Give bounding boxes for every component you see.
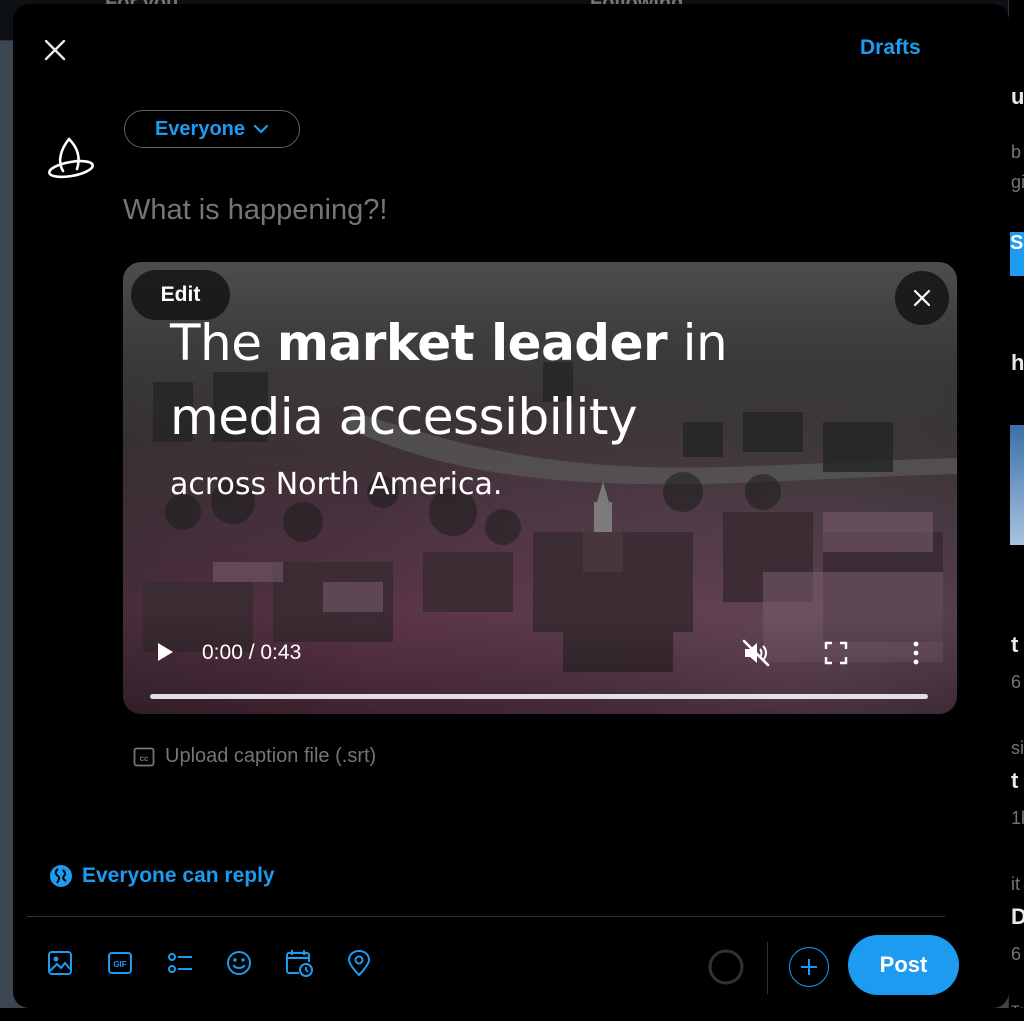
video-progress-bar[interactable] xyxy=(150,694,928,699)
toolbar-separator xyxy=(767,942,768,994)
svg-text:cc: cc xyxy=(140,754,149,763)
mute-icon[interactable] xyxy=(741,638,771,668)
remove-media-button[interactable] xyxy=(895,271,949,325)
background-fragment: b xyxy=(1011,142,1022,162)
background-image xyxy=(1010,425,1024,545)
video-time: 0:00 / 0:43 xyxy=(202,641,302,664)
background-fragment: 1k xyxy=(1011,808,1024,828)
gif-icon: GIF xyxy=(108,952,132,974)
reply-setting-label: Everyone can reply xyxy=(82,864,275,887)
post-text-input[interactable]: What is happening?! xyxy=(123,194,823,227)
play-icon[interactable] xyxy=(153,640,177,664)
audience-selector[interactable]: Everyone xyxy=(124,110,300,148)
audience-label: Everyone xyxy=(154,117,246,140)
background-follow-button: S xyxy=(1010,232,1024,276)
background-fragment: D xyxy=(1011,904,1024,929)
compose-modal: Drafts Everyone What is happening?! The … xyxy=(13,4,1009,1008)
close-icon xyxy=(44,39,66,61)
background-fragment: it xyxy=(1011,874,1020,894)
chevron-down-icon xyxy=(253,124,269,134)
media-button[interactable] xyxy=(45,948,75,978)
emoji-icon xyxy=(227,951,251,975)
add-post-button[interactable] xyxy=(789,947,829,987)
background-fragment: t xyxy=(1011,632,1019,657)
schedule-button[interactable] xyxy=(284,948,314,978)
location-button[interactable] xyxy=(344,948,374,978)
headline-part: in xyxy=(667,314,728,372)
close-icon xyxy=(913,289,931,307)
image-icon xyxy=(48,951,72,975)
background-fragment: si xyxy=(1011,738,1024,758)
reply-setting-button[interactable]: Everyone can reply xyxy=(49,864,275,888)
poll-button[interactable] xyxy=(165,948,195,978)
upload-caption-label: Upload caption file (.srt) xyxy=(165,745,377,767)
video-headline-line2: media accessibility xyxy=(170,388,638,446)
poll-icon xyxy=(168,953,192,973)
globe-icon xyxy=(50,865,72,887)
caption-icon: cc xyxy=(133,747,155,766)
video-attachment[interactable]: The market leader in media accessibility… xyxy=(123,262,957,714)
schedule-icon xyxy=(286,950,313,977)
background-fragment: u xyxy=(1011,84,1024,109)
plus-icon xyxy=(801,959,817,975)
edit-media-button[interactable]: Edit xyxy=(131,270,230,320)
headline-part: The xyxy=(170,314,277,372)
emoji-button[interactable] xyxy=(224,948,254,978)
background-fragment: gi xyxy=(1011,172,1024,192)
svg-text:GIF: GIF xyxy=(113,960,126,969)
background-fragment: t xyxy=(1011,768,1019,793)
divider xyxy=(27,916,945,917)
background-fragment: 6 xyxy=(1011,672,1022,692)
background-bottom xyxy=(0,1008,1024,1021)
background-fragment: 6 xyxy=(1011,944,1022,964)
background-fragment: h xyxy=(1011,350,1024,375)
video-subheadline: across North America. xyxy=(170,467,503,502)
post-button[interactable]: Post xyxy=(848,935,959,995)
close-button[interactable] xyxy=(37,32,73,68)
more-icon[interactable] xyxy=(906,640,926,666)
headline-emphasis: market leader xyxy=(276,314,668,372)
fullscreen-icon[interactable] xyxy=(823,640,849,666)
location-icon xyxy=(347,949,371,977)
drafts-button[interactable]: Drafts xyxy=(860,36,921,60)
gif-button[interactable]: GIF xyxy=(105,948,135,978)
character-count-ring xyxy=(708,949,744,985)
upload-caption-button[interactable]: cc Upload caption file (.srt) xyxy=(133,745,376,768)
avatar[interactable] xyxy=(44,128,102,186)
video-headline: The market leader in xyxy=(170,314,728,372)
brand-logo-icon xyxy=(48,137,94,179)
